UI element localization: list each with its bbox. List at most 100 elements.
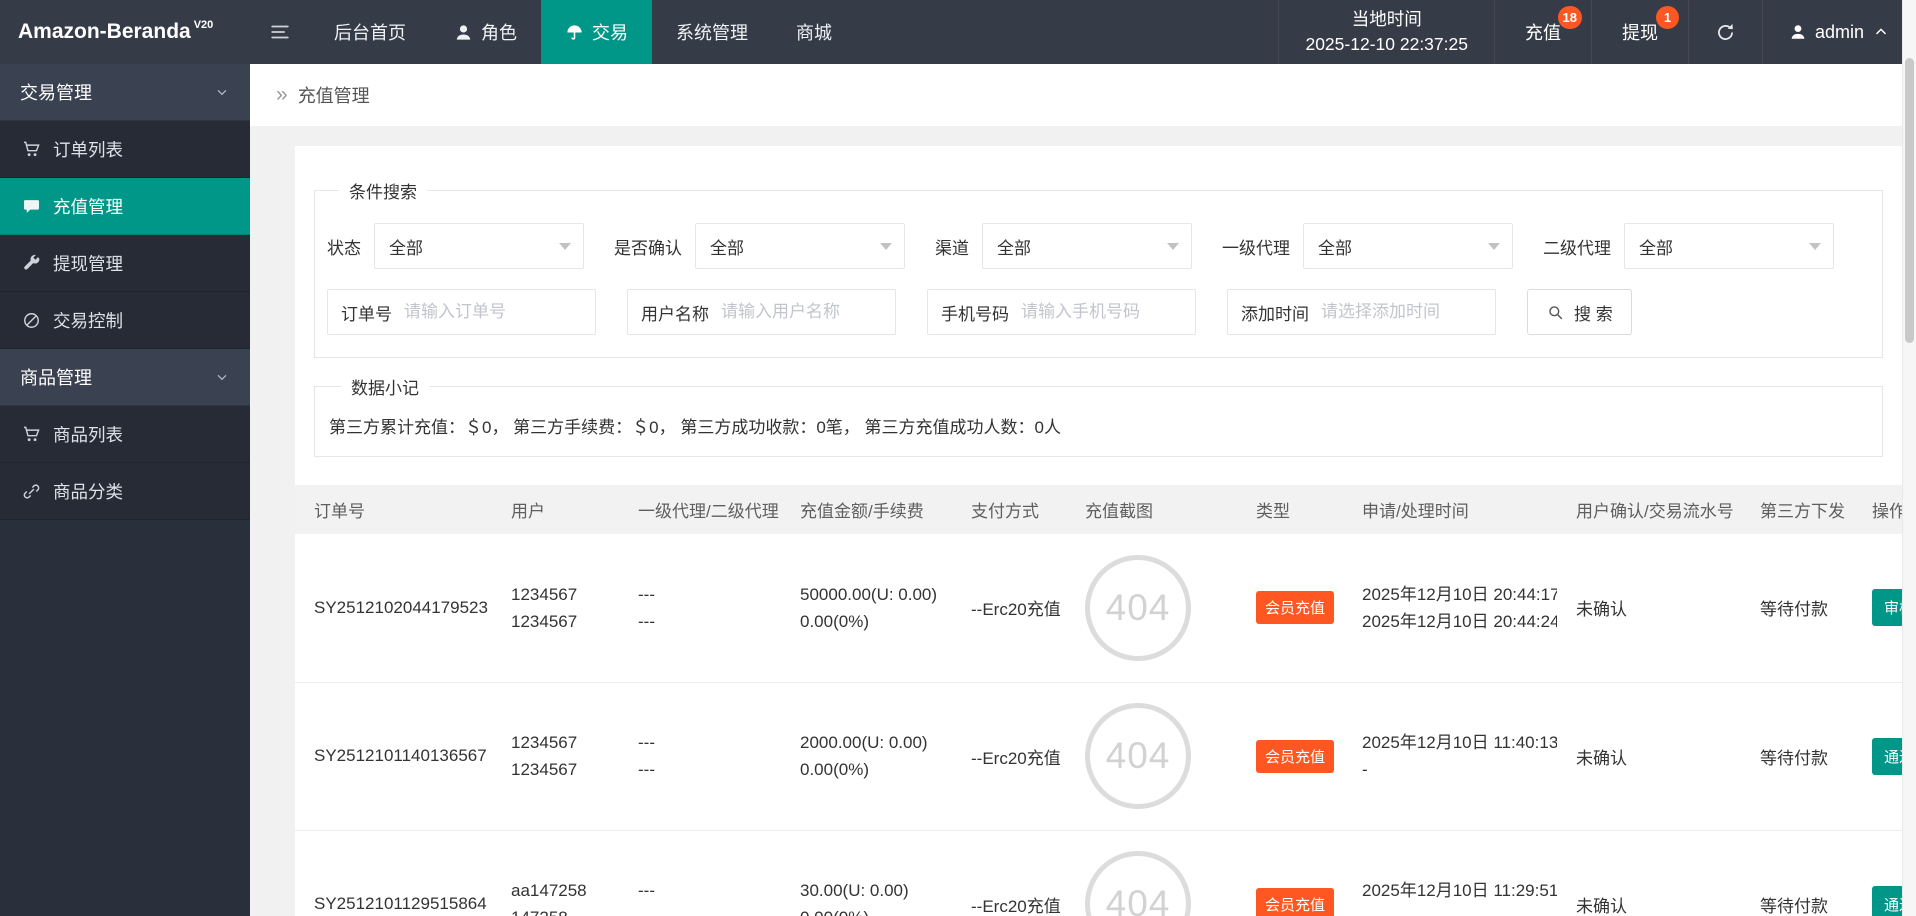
- sidebar-item-label: 交易控制: [53, 310, 123, 331]
- time-cell: 2025年12月10日 20:44:17 2025年12月10日 20:44:2…: [1343, 534, 1557, 683]
- topbar-right: 当地时间 2025-12-10 22:37:25 充值 18 提现 1 admi…: [1278, 0, 1916, 64]
- summary-fieldset-legend: 数据小记: [351, 379, 419, 398]
- table-row: SY2512102044179523 1234567 1234567 --- -…: [295, 534, 1902, 683]
- sidebar-item-withdraw-management[interactable]: 提现管理: [0, 235, 250, 292]
- sidebar-item-order-list[interactable]: 订单列表: [0, 121, 250, 178]
- filter-label: 订单号: [341, 304, 392, 324]
- screenshot-cell: 404: [1066, 830, 1237, 916]
- nav-item-system[interactable]: 系统管理: [652, 0, 772, 64]
- sidebar-item-product-category[interactable]: 商品分类: [0, 463, 250, 520]
- sidebar-item-label: 订单列表: [53, 139, 123, 160]
- order-no-cell: SY2512101140136567: [295, 682, 492, 831]
- sidebar-toggle-button[interactable]: [250, 0, 310, 64]
- recharge-table: 订单号 用户 一级代理/二级代理 充值金额/手续费 支付方式 充值截图 类型 申…: [295, 485, 1902, 916]
- third-party-cell: 等待付款: [1741, 534, 1853, 683]
- pay-method-cell: --Erc20充值: [952, 830, 1066, 916]
- sidebar-item-label: 提现管理: [53, 253, 123, 274]
- search-icon: [1549, 305, 1563, 319]
- table-header-row: 订单号 用户 一级代理/二级代理 充值金额/手续费 支付方式 充值截图 类型 申…: [295, 485, 1902, 534]
- link-icon: [23, 483, 40, 499]
- confirm-select[interactable]: 全部: [695, 223, 905, 269]
- main-content: » 充值管理 条件搜索 状态 全部 是否确认 全部 渠道 全部 一级代理 全部 …: [250, 64, 1916, 916]
- recharge-count-badge: 18: [1557, 6, 1582, 29]
- status-select[interactable]: 全部: [374, 223, 584, 269]
- agent2-select[interactable]: 全部: [1624, 223, 1834, 269]
- withdraw-shortcut-label: 提现: [1621, 23, 1658, 43]
- nav-item-mall[interactable]: 商城: [772, 0, 856, 64]
- sidebar-item-trade-control[interactable]: 交易控制: [0, 292, 250, 349]
- top-nav: 后台首页 角色 交易 系统管理 商城: [310, 0, 856, 64]
- scrollbar-thumb[interactable]: [1905, 58, 1914, 343]
- app-logo: Amazon-Beranda V20: [0, 0, 250, 64]
- nav-item-label: 角色: [481, 23, 517, 43]
- screenshot-404-placeholder[interactable]: 404: [1085, 851, 1191, 916]
- third-party-cell: 等待付款: [1741, 830, 1853, 916]
- username-input[interactable]: [721, 302, 895, 322]
- order-no-cell: SY2512102044179523: [295, 534, 492, 683]
- user-name: admin: [1814, 21, 1864, 42]
- chevron-down-icon: [1809, 243, 1821, 250]
- approve-button[interactable]: 审核通过: [1872, 589, 1902, 627]
- select-value: 全部: [1639, 238, 1673, 258]
- nav-item-role[interactable]: 角色: [430, 0, 541, 64]
- column-header-third-party: 第三方下发: [1741, 485, 1853, 534]
- filter-label: 手机号码: [941, 304, 1009, 324]
- screenshot-404-placeholder[interactable]: 404: [1085, 703, 1191, 809]
- select-value: 全部: [997, 238, 1031, 258]
- user-menu[interactable]: admin: [1763, 0, 1916, 64]
- refresh-button[interactable]: [1689, 0, 1763, 64]
- amount-cell: 30.00(U: 0.00) 0.00(0%): [781, 830, 952, 916]
- withdraw-count-badge: 1: [1655, 6, 1679, 29]
- column-header-amount: 充值金额/手续费: [781, 485, 952, 534]
- approve-button[interactable]: 通过: [1872, 737, 1902, 775]
- table-row: SY2512101140136567 1234567 1234567 --- -…: [295, 682, 1902, 831]
- column-header-actions: 操作: [1853, 485, 1902, 534]
- search-button[interactable]: 搜 索: [1527, 289, 1632, 335]
- withdraw-shortcut[interactable]: 提现 1: [1592, 0, 1689, 64]
- screenshot-cell: 404: [1066, 682, 1237, 831]
- wrench-icon: [24, 254, 40, 270]
- breadcrumb-separator: »: [276, 83, 288, 106]
- nav-item-label: 系统管理: [676, 23, 748, 43]
- local-time-value: 2025-12-10 22:37:25: [1305, 34, 1468, 54]
- agent-cell: --- ---: [619, 682, 781, 831]
- breadcrumb: » 充值管理: [250, 64, 1916, 126]
- sidebar-group-product-management[interactable]: 商品管理: [0, 349, 250, 406]
- column-header-type: 类型: [1237, 485, 1343, 534]
- confirm-cell: 未确认: [1557, 830, 1741, 916]
- screenshot-404-placeholder[interactable]: 404: [1085, 554, 1191, 661]
- agent1-select[interactable]: 全部: [1303, 223, 1513, 269]
- nav-item-trade[interactable]: 交易: [541, 0, 652, 64]
- sidebar-group-label: 交易管理: [20, 83, 92, 103]
- sidebar-item-label: 充值管理: [53, 196, 123, 217]
- person-icon: [1791, 25, 1805, 39]
- sidebar-group-trade-management[interactable]: 交易管理: [0, 64, 250, 121]
- recharge-shortcut[interactable]: 充值 18: [1495, 0, 1592, 64]
- column-header-time: 申请/处理时间: [1343, 485, 1557, 534]
- filter-status: 状态 全部: [327, 223, 584, 269]
- column-header-screenshot: 充值截图: [1066, 485, 1237, 534]
- third-party-cell: 等待付款: [1741, 682, 1853, 831]
- sidebar: 交易管理 订单列表 充值管理 提现管理 交易控制 商品管理 商品列表 商品分类: [0, 64, 250, 916]
- search-fieldset-legend: 条件搜索: [349, 183, 417, 202]
- amount-cell: 2000.00(U: 0.00) 0.00(0%): [781, 682, 952, 831]
- filter-label: 渠道: [935, 238, 969, 258]
- order-no-input[interactable]: [404, 302, 595, 322]
- user-cell: 1234567 1234567: [492, 682, 619, 831]
- sidebar-item-product-list[interactable]: 商品列表: [0, 406, 250, 463]
- umbrella-icon: [567, 24, 582, 40]
- filter-agent1: 一级代理 全部: [1222, 223, 1513, 269]
- vertical-scrollbar[interactable]: [1902, 0, 1916, 916]
- nav-item-home[interactable]: 后台首页: [310, 0, 430, 64]
- column-header-pay-method: 支付方式: [952, 485, 1066, 534]
- add-time-input[interactable]: [1321, 302, 1495, 322]
- channel-select[interactable]: 全部: [982, 223, 1192, 269]
- type-badge: 会员充值: [1256, 739, 1335, 773]
- chevron-down-icon: [217, 374, 227, 381]
- phone-input[interactable]: [1021, 302, 1195, 322]
- sidebar-item-recharge-management[interactable]: 充值管理: [0, 178, 250, 235]
- filter-label: 一级代理: [1222, 238, 1290, 258]
- sidebar-item-label: 商品列表: [53, 424, 123, 445]
- app-logo-text: Amazon-Beranda: [18, 20, 191, 43]
- approve-button[interactable]: 通过: [1872, 885, 1902, 916]
